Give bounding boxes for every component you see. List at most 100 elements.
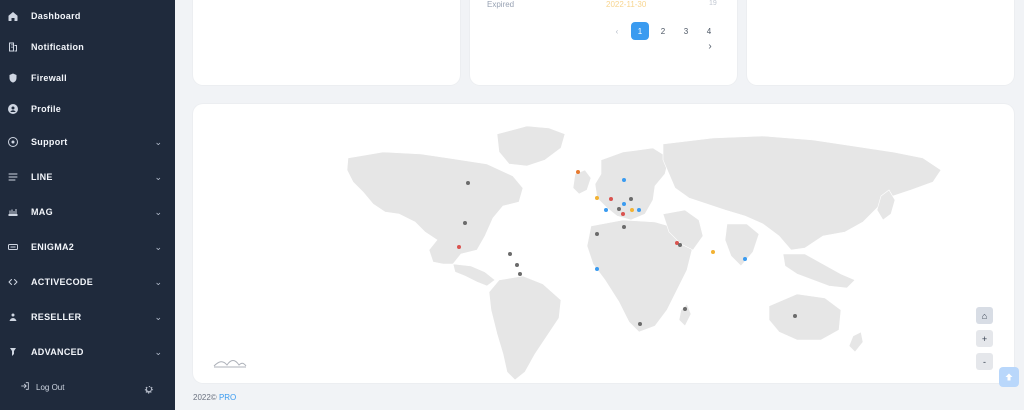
expired-label: Expired xyxy=(487,0,515,9)
map-marker[interactable] xyxy=(576,170,580,174)
map-marker[interactable] xyxy=(604,208,608,212)
sidebar-item-label: ENIGMA2 xyxy=(31,242,75,252)
map-marker[interactable] xyxy=(637,208,641,212)
sidebar-item-label: Firewall xyxy=(31,73,67,83)
arrow-up-icon xyxy=(1005,373,1013,381)
world-map-card: ⌂ + - xyxy=(193,104,1014,383)
map-controls: ⌂ + - xyxy=(976,307,993,370)
sidebar-item-label: ACTIVECODE xyxy=(31,277,94,287)
settings-gear-icon[interactable] xyxy=(143,382,155,394)
map-marker[interactable] xyxy=(508,252,512,256)
profile-icon xyxy=(7,103,19,115)
south-america xyxy=(488,275,562,381)
expired-date: 2022-11-30 xyxy=(606,0,647,9)
advanced-icon xyxy=(7,346,19,358)
map-marker[interactable] xyxy=(595,267,599,271)
logout-button[interactable]: Log Out xyxy=(20,381,64,393)
reseller-icon xyxy=(7,311,19,323)
india xyxy=(724,223,760,267)
pagination-page-3[interactable]: 3 xyxy=(677,22,695,40)
world-map-land xyxy=(346,125,942,381)
top-card-middle: Expired 2022-11-30 19 ‹ 1 2 3 4 › xyxy=(470,0,737,85)
sidebar-item-label: Dashboard xyxy=(31,11,81,21)
north-america xyxy=(346,151,524,265)
map-marker[interactable] xyxy=(638,322,642,326)
sidebar-item-mag[interactable]: MAG ⌄ xyxy=(0,197,175,227)
pagination-page-2[interactable]: 2 xyxy=(654,22,672,40)
map-marker[interactable] xyxy=(743,257,747,261)
asia xyxy=(662,135,942,251)
app: Dashboard Notification Firewall Profile xyxy=(0,0,1024,410)
chevron-down-icon: ⌄ xyxy=(154,171,162,182)
support-icon xyxy=(7,136,19,148)
map-marker[interactable] xyxy=(793,314,797,318)
enigma-icon xyxy=(7,241,19,253)
map-marker[interactable] xyxy=(617,207,621,211)
map-marker[interactable] xyxy=(711,250,715,254)
sidebar-item-label: Support xyxy=(31,137,68,147)
home-icon xyxy=(7,10,19,22)
footer-brand-link[interactable]: PRO xyxy=(219,393,236,402)
expired-count: 19 xyxy=(709,0,717,7)
sidebar-item-support[interactable]: Support ⌄ xyxy=(0,127,175,157)
sidebar-item-line[interactable]: LINE ⌄ xyxy=(0,162,175,192)
sidebar-item-enigma2[interactable]: ENIGMA2 ⌄ xyxy=(0,232,175,262)
world-map xyxy=(346,125,942,381)
scroll-to-top-button[interactable] xyxy=(999,367,1019,387)
map-marker[interactable] xyxy=(683,307,687,311)
mag-icon xyxy=(7,206,19,218)
map-marker[interactable] xyxy=(595,232,599,236)
greenland xyxy=(496,125,566,167)
pagination-page-4[interactable]: 4 xyxy=(700,22,718,40)
map-marker[interactable] xyxy=(518,272,522,276)
new-zealand xyxy=(848,331,864,353)
map-marker[interactable] xyxy=(595,196,599,200)
sidebar-item-activecode[interactable]: ACTIVECODE ⌄ xyxy=(0,267,175,297)
map-marker[interactable] xyxy=(515,263,519,267)
sidebar-item-label: LINE xyxy=(31,172,53,182)
map-marker[interactable] xyxy=(678,243,682,247)
australia xyxy=(768,293,842,341)
map-marker[interactable] xyxy=(621,212,625,216)
pagination-next-button[interactable]: › xyxy=(705,41,715,52)
map-marker[interactable] xyxy=(630,208,634,212)
map-watermark-logo xyxy=(213,360,247,368)
zoom-in-button[interactable]: + xyxy=(976,330,993,347)
top-card-right xyxy=(747,0,1014,85)
footer-copyright: 2022© xyxy=(193,393,217,402)
central-america xyxy=(452,263,496,287)
sidebar-item-profile[interactable]: Profile xyxy=(0,94,175,124)
sidebar-item-label: Notification xyxy=(31,42,85,52)
sidebar-item-notification[interactable]: Notification xyxy=(0,32,175,62)
map-marker[interactable] xyxy=(622,225,626,229)
zoom-out-button[interactable]: - xyxy=(976,353,993,370)
map-marker[interactable] xyxy=(466,181,470,185)
map-marker[interactable] xyxy=(463,221,467,225)
logout-icon xyxy=(20,381,30,393)
map-marker[interactable] xyxy=(622,202,626,206)
sidebar-item-label: Profile xyxy=(31,104,62,114)
southeast-asia xyxy=(782,253,856,289)
map-marker[interactable] xyxy=(609,197,613,201)
sidebar-item-firewall[interactable]: Firewall xyxy=(0,63,175,93)
map-marker[interactable] xyxy=(457,245,461,249)
chevron-down-icon: ⌄ xyxy=(154,206,162,217)
map-home-button[interactable]: ⌂ xyxy=(976,307,993,324)
sidebar-item-reseller[interactable]: RESELLER ⌄ xyxy=(0,302,175,332)
pagination-page-1[interactable]: 1 xyxy=(631,22,649,40)
sidebar-item-label: RESELLER xyxy=(31,312,82,322)
map-marker[interactable] xyxy=(629,197,633,201)
sidebar-item-advanced[interactable]: ADVANCED ⌄ xyxy=(0,337,175,367)
logout-label: Log Out xyxy=(36,382,65,392)
activecode-icon xyxy=(7,276,19,288)
chevron-down-icon: ⌄ xyxy=(154,241,162,252)
pagination-prev-button[interactable]: ‹ xyxy=(608,22,626,40)
map-marker[interactable] xyxy=(622,178,626,182)
notification-icon xyxy=(7,41,19,53)
sidebar-item-label: ADVANCED xyxy=(31,347,84,357)
uk-ireland xyxy=(572,169,592,195)
chevron-down-icon: ⌄ xyxy=(154,276,162,287)
pagination: ‹ 1 2 3 4 xyxy=(608,22,718,40)
sidebar-item-dashboard[interactable]: Dashboard xyxy=(0,1,175,31)
line-icon xyxy=(7,171,19,183)
